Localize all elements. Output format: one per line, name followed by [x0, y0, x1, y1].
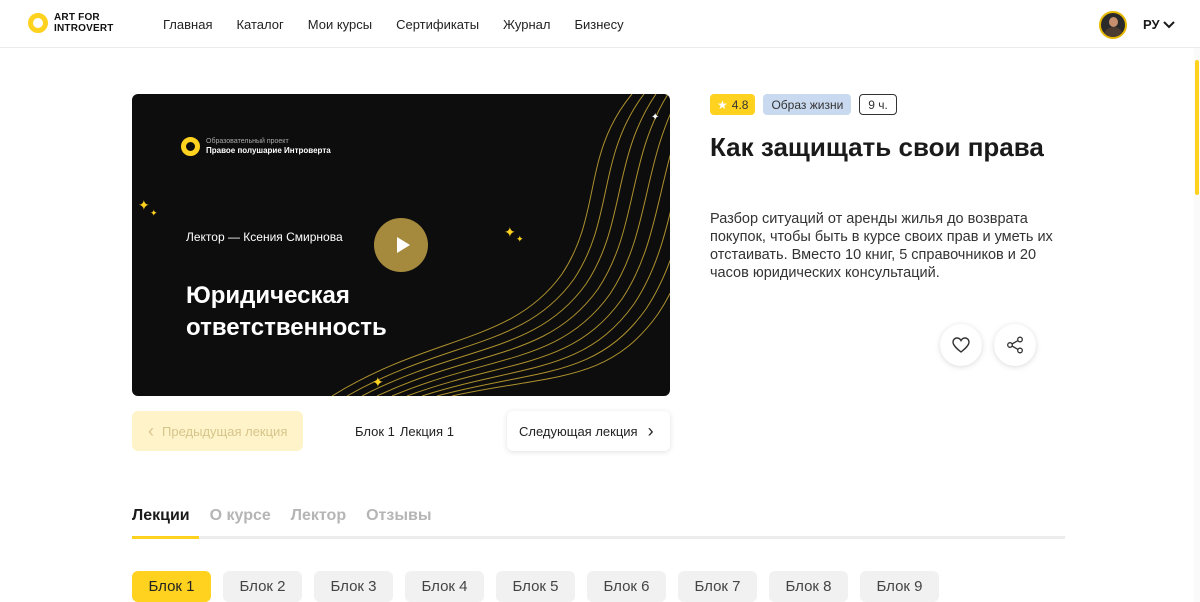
favorite-button[interactable] [940, 324, 982, 366]
course-tabs: Лекции О курсе Лектор Отзывы [132, 507, 432, 535]
video-title-line-2: ответственность [186, 314, 387, 341]
tabs-divider [132, 536, 1065, 539]
chevron-down-icon [1162, 20, 1175, 28]
project-subtitle: Образовательный проект [206, 138, 289, 145]
rating-value: 4.8 [731, 97, 749, 112]
project-label: Образовательный проект Правое полушарие … [181, 137, 331, 156]
avatar[interactable] [1099, 11, 1127, 39]
project-logo-icon [181, 137, 200, 156]
sparkle-icon: ✦ [516, 234, 524, 244]
chevron-right-icon: › [647, 421, 654, 441]
play-icon [396, 237, 410, 253]
avatar-head-shape [1109, 17, 1118, 27]
current-lecture: Лекция 1 [399, 424, 454, 439]
logo[interactable]: ART FOR INTROVERT [28, 12, 114, 34]
tab-lectures[interactable]: Лекции [132, 507, 190, 535]
nav-item-catalog[interactable]: Каталог [236, 17, 283, 32]
category-badge[interactable]: Образ жизни [763, 94, 852, 115]
next-lecture-label: Следующая лекция [519, 423, 638, 439]
sparkle-icon: ✦ [372, 374, 384, 390]
block-button-2[interactable]: Блок 2 [223, 571, 302, 602]
sparkle-icon: ✦ [150, 208, 158, 218]
nav-item-certificates[interactable]: Сертификаты [396, 17, 479, 32]
video-lector: Лектор — Ксения Смирнова [186, 230, 343, 244]
sparkle-icon: ✦ [138, 197, 150, 213]
block-button-6[interactable]: Блок 6 [587, 571, 666, 602]
block-button-1[interactable]: Блок 1 [132, 571, 211, 602]
nav-item-my-courses[interactable]: Мои курсы [308, 17, 372, 32]
tab-reviews[interactable]: Отзывы [366, 507, 431, 535]
play-button[interactable] [374, 218, 428, 272]
sparkle-icon: ✦ [504, 224, 516, 240]
share-button[interactable] [994, 324, 1036, 366]
logo-ring-icon [28, 13, 48, 33]
block-button-4[interactable]: Блок 4 [405, 571, 484, 602]
avatar-body-shape [1104, 27, 1123, 37]
block-button-7[interactable]: Блок 7 [678, 571, 757, 602]
video-title: Юридическая ответственность [186, 280, 486, 344]
top-header: ART FOR INTROVERT Главная Каталог Мои ку… [0, 0, 1200, 48]
previous-lecture-button[interactable]: ‹ Предыдущая лекция [132, 411, 303, 451]
block-button-8[interactable]: Блок 8 [769, 571, 848, 602]
chevron-left-icon: ‹ [148, 421, 154, 441]
rating-badge: ★ 4.8 [710, 94, 756, 115]
previous-lecture-label: Предыдущая лекция [162, 423, 288, 439]
share-icon [1007, 336, 1023, 354]
star-icon: ★ [717, 97, 728, 112]
scrollbar-thumb[interactable] [1195, 60, 1199, 195]
sparkle-icon: ✦ [651, 112, 660, 123]
nav-item-home[interactable]: Главная [163, 17, 212, 32]
language-switcher[interactable]: РУ [1143, 17, 1175, 32]
tab-about-course[interactable]: О курсе [210, 507, 271, 535]
video-title-line-1: Юридическая [186, 282, 350, 309]
language-label: РУ [1143, 17, 1160, 32]
current-block: Блок 1 [355, 424, 395, 439]
tab-active-indicator [132, 536, 199, 539]
nav-item-business[interactable]: Бизнесу [574, 17, 623, 32]
heart-icon [952, 337, 970, 353]
video-player[interactable]: Образовательный проект Правое полушарие … [132, 94, 670, 396]
logo-line-2: INTROVERT [54, 23, 114, 34]
project-title: Правое полушарие Интроверта [206, 146, 331, 155]
block-button-5[interactable]: Блок 5 [496, 571, 575, 602]
block-button-3[interactable]: Блок 3 [314, 571, 393, 602]
duration-badge: 9 ч. [859, 94, 897, 115]
next-lecture-button[interactable]: Следующая лекция › [507, 411, 670, 451]
tab-lector[interactable]: Лектор [291, 507, 346, 535]
course-badges: ★ 4.8 Образ жизни 9 ч. [710, 94, 897, 115]
block-selector: Блок 1 Блок 2 Блок 3 Блок 4 Блок 5 Блок … [132, 571, 939, 602]
nav-item-journal[interactable]: Журнал [503, 17, 550, 32]
logo-text: ART FOR INTROVERT [54, 12, 114, 34]
course-description: Разбор ситуаций от аренды жилья до возвр… [710, 211, 1053, 281]
lecture-position: Блок 1 Лекция 1 [355, 424, 454, 439]
main-nav: Главная Каталог Мои курсы Сертификаты Жу… [163, 17, 624, 32]
course-title: Как защищать свои права [710, 132, 1044, 162]
block-button-9[interactable]: Блок 9 [860, 571, 939, 602]
logo-line-1: ART FOR [54, 12, 100, 23]
